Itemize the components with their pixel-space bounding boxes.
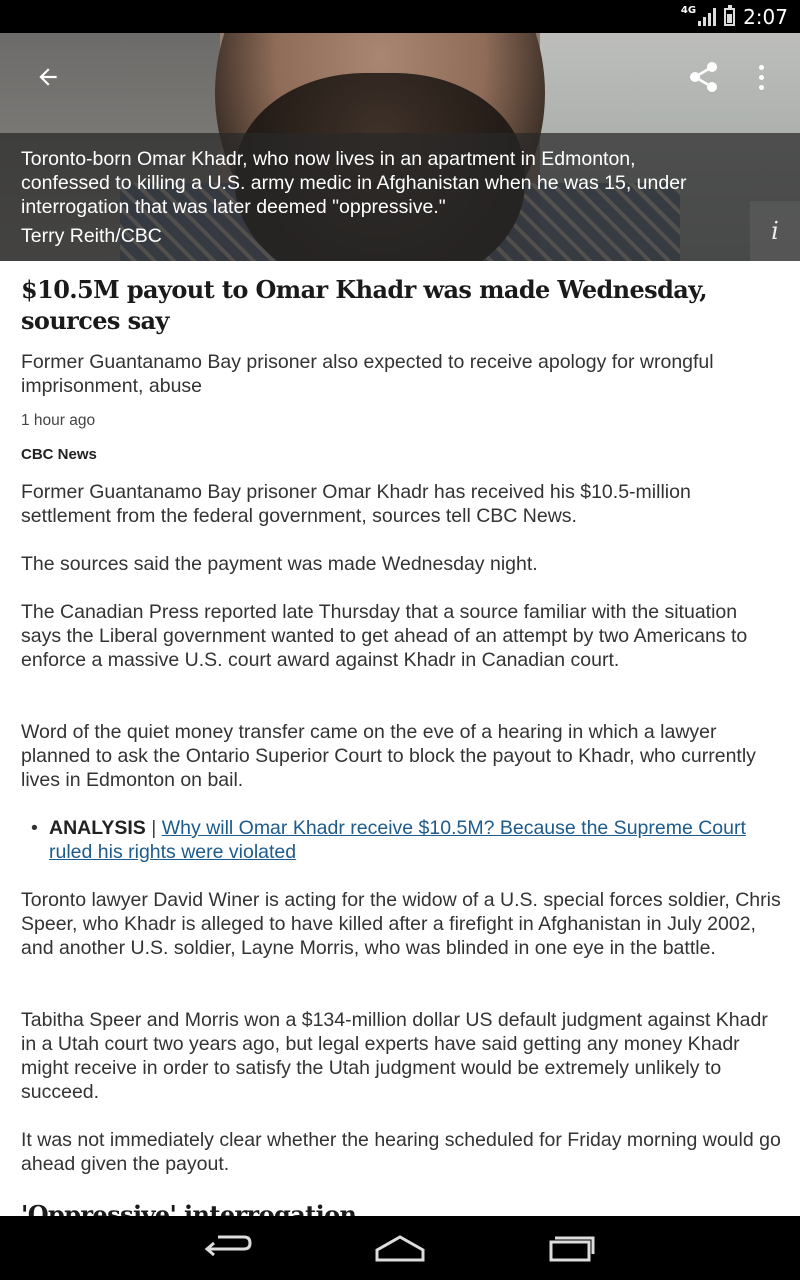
bullet-icon: • <box>31 817 38 839</box>
article-paragraph: Toronto lawyer David Winer is acting for… <box>21 889 781 959</box>
nav-back-button[interactable] <box>200 1230 260 1266</box>
signal-icon <box>698 7 717 26</box>
article-deck: Former Guantanamo Bay prisoner also expe… <box>21 351 714 397</box>
article-paragraph: Former Guantanamo Bay prisoner Omar Khad… <box>21 481 691 527</box>
system-nav-bar <box>0 1216 800 1280</box>
info-icon: i <box>771 217 779 245</box>
more-vert-icon <box>758 64 764 70</box>
article-headline: $10.5M payout to Omar Khadr was made Wed… <box>21 275 708 335</box>
article-paragraph: The Canadian Press reported late Thursda… <box>21 601 748 671</box>
related-label: ANALYSIS <box>49 817 146 839</box>
article-subheading: 'Oppressive' interrogation <box>21 1200 357 1216</box>
photo-caption: Toronto-born Omar Khadr, who now lives i… <box>21 148 687 218</box>
nav-back-icon <box>204 1235 252 1257</box>
article[interactable]: $10.5M payout to Omar Khadr was made Wed… <box>0 261 800 1216</box>
article-paragraph: Word of the quiet money transfer came on… <box>21 721 756 791</box>
nav-home-button[interactable] <box>370 1230 430 1266</box>
hero-image[interactable]: Toronto-born Omar Khadr, who now lives i… <box>0 33 800 261</box>
back-button[interactable] <box>28 57 68 97</box>
arrow-back-icon <box>39 68 57 86</box>
share-icon <box>690 62 717 92</box>
photo-caption-overlay: Toronto-born Omar Khadr, who now lives i… <box>0 133 800 261</box>
info-button[interactable]: i <box>750 201 800 261</box>
network-type: 4G <box>680 5 697 16</box>
article-timestamp: 1 hour ago <box>21 412 96 429</box>
nav-home-icon <box>375 1235 425 1262</box>
article-source: CBC News <box>21 446 97 463</box>
article-paragraph: It was not immediately clear whether the… <box>21 1129 781 1175</box>
article-paragraph: The sources said the payment was made We… <box>21 553 538 575</box>
nav-recents-icon <box>549 1236 595 1262</box>
status-bar: 4G 2:07 <box>0 0 800 33</box>
photo-credit: Terry Reith/CBC <box>21 225 162 247</box>
clock: 2:07 <box>743 4 788 29</box>
article-paragraph: Tabitha Speer and Morris won a $134-mill… <box>21 1009 768 1103</box>
related-separator: | <box>151 817 157 839</box>
app-toolbar <box>0 33 800 117</box>
more-options-button[interactable] <box>746 59 776 95</box>
battery-icon <box>724 4 736 26</box>
nav-recents-button[interactable] <box>541 1230 601 1266</box>
share-button[interactable] <box>686 59 722 95</box>
